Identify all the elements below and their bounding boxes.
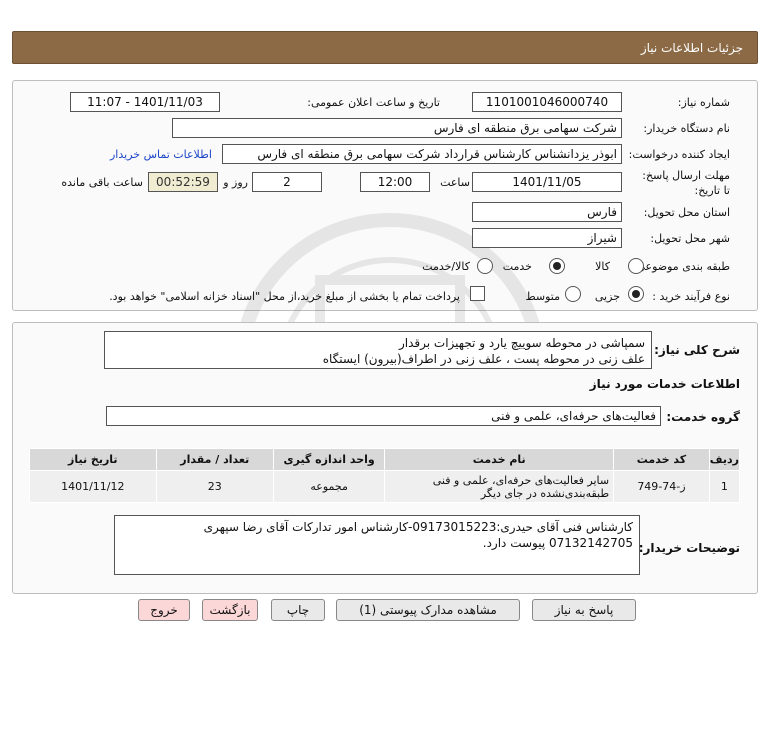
category-radio-goods[interactable] — [628, 258, 644, 274]
creator-field: ابوذر یزدانشناس کارشناس قرارداد شرکت سها… — [222, 144, 622, 164]
page-title: جزئیات اطلاعات نیاز — [640, 41, 743, 55]
category-label: طبقه بندی موضوعی: — [632, 260, 730, 273]
services-section-title: اطلاعات خدمات مورد نیاز — [589, 377, 740, 391]
remaining-time-field: 00:52:59 — [148, 172, 218, 192]
summary-text: سمپاشی در محوطه سوییچ یارد و تجهیزات برق… — [104, 331, 652, 369]
category-option-service: خدمت — [502, 260, 532, 273]
deadline-label: مهلت ارسال پاسخ: تا تاریخ: — [642, 169, 730, 197]
deadline-date-field: 1401/11/05 — [472, 172, 622, 192]
page-header: جزئیات اطلاعات نیاز — [12, 31, 758, 64]
days-label: روز و — [223, 176, 248, 189]
buyer-contact-link[interactable]: اطلاعات تماس خریدار — [110, 148, 212, 161]
buyer-notes-text: کارشناس فنی آقای حیدری:09173015223-کارشن… — [114, 515, 640, 575]
exit-button[interactable]: خروج — [138, 599, 190, 621]
service-group-label: گروه خدمت: — [666, 410, 740, 424]
cell-unit: مجموعه — [272, 470, 386, 503]
announce-date-field: 1401/11/03 - 11:07 — [70, 92, 220, 112]
category-radio-service[interactable] — [549, 258, 565, 274]
creator-label: ایجاد کننده درخواست: — [628, 148, 730, 161]
deadline-time-label: ساعت — [440, 176, 470, 189]
col-service-name: نام خدمت — [384, 448, 615, 471]
province-label: استان محل تحویل: — [643, 206, 730, 219]
need-number-field: 1101001046000740 — [472, 92, 622, 112]
col-unit: واحد اندازه گیری — [272, 448, 386, 471]
purchase-radio-minor[interactable] — [628, 286, 644, 302]
cell-index: 1 — [708, 470, 741, 503]
city-field: شیراز — [472, 228, 622, 248]
summary-label: شرح کلی نیاز: — [654, 343, 740, 357]
purchase-radio-medium[interactable] — [565, 286, 581, 302]
announce-date-label: تاریخ و ساعت اعلان عمومی: — [307, 96, 440, 109]
buyer-notes-label: توضیحات خریدار: — [638, 541, 740, 555]
col-quantity: تعداد / مقدار — [155, 448, 274, 471]
cell-service-name: سایر فعالیت‌های حرفه‌ای، علمی و فنی طبقه… — [384, 470, 615, 503]
back-button[interactable]: بازگشت — [202, 599, 258, 621]
reply-button[interactable]: پاسخ به نیاز — [532, 599, 636, 621]
col-need-date: تاریخ نیاز — [29, 448, 157, 471]
purchase-type-label: نوع فرآیند خرید : — [652, 290, 730, 303]
need-number-label: شماره نیاز: — [677, 96, 730, 109]
cell-quantity: 23 — [155, 470, 274, 503]
province-field: فارس — [472, 202, 622, 222]
table-row: 1 ز-74-749 سایر فعالیت‌های حرفه‌ای، علمی… — [29, 470, 741, 503]
treasury-note: پرداخت تمام یا بخشی از مبلغ خرید،از محل … — [109, 290, 460, 303]
treasury-checkbox[interactable] — [470, 286, 485, 301]
col-index: ردیف — [708, 448, 741, 471]
city-label: شهر محل تحویل: — [650, 232, 730, 245]
deadline-time-field: 12:00 — [360, 172, 430, 192]
purchase-option-medium: متوسط — [525, 290, 560, 303]
attachments-button[interactable]: مشاهده مدارک پیوستی (1) — [336, 599, 520, 621]
days-field: 2 — [252, 172, 322, 192]
cell-service-code: ز-74-749 — [613, 470, 710, 503]
table-header-row: ردیف کد خدمت نام خدمت واحد اندازه گیری ت… — [29, 448, 741, 471]
category-option-goods: کالا — [595, 260, 610, 273]
print-button[interactable]: چاپ — [271, 599, 325, 621]
remaining-time-label: ساعت باقی مانده — [61, 176, 143, 189]
category-radio-goods-service[interactable] — [477, 258, 493, 274]
category-option-goods-service: کالا/خدمت — [422, 260, 470, 273]
purchase-option-minor: جزیی — [594, 290, 620, 303]
col-service-code: کد خدمت — [613, 448, 710, 471]
services-table: ردیف کد خدمت نام خدمت واحد اندازه گیری ت… — [29, 448, 741, 503]
service-group-field: فعالیت‌های حرفه‌ای، علمی و فنی — [106, 406, 661, 426]
cell-need-date: 1401/11/12 — [29, 470, 157, 503]
buyer-org-field: شرکت سهامی برق منطقه ای فارس — [172, 118, 622, 138]
buyer-org-label: نام دستگاه خریدار: — [643, 122, 730, 135]
